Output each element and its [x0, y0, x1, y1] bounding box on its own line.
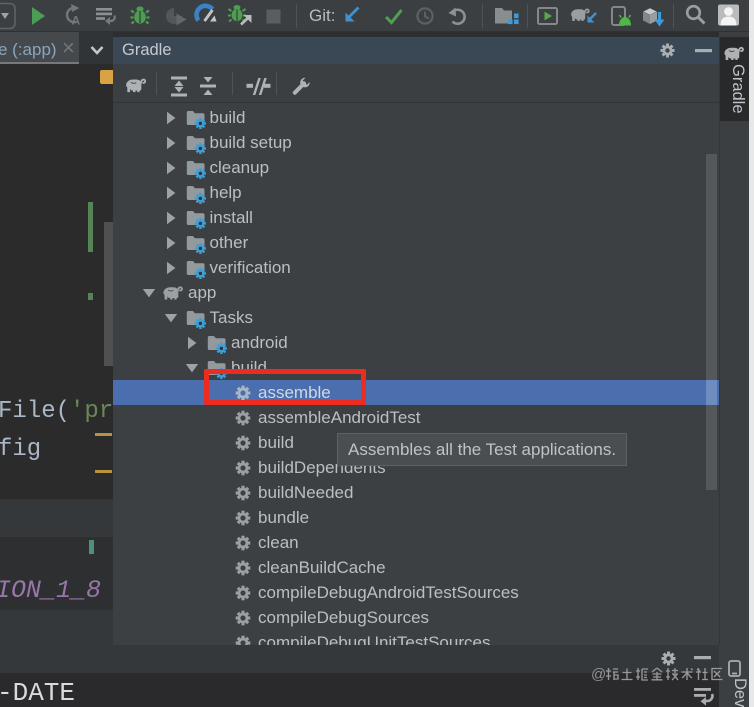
- svg-text:Git:: Git:: [309, 6, 335, 25]
- svg-text:A: A: [72, 14, 81, 28]
